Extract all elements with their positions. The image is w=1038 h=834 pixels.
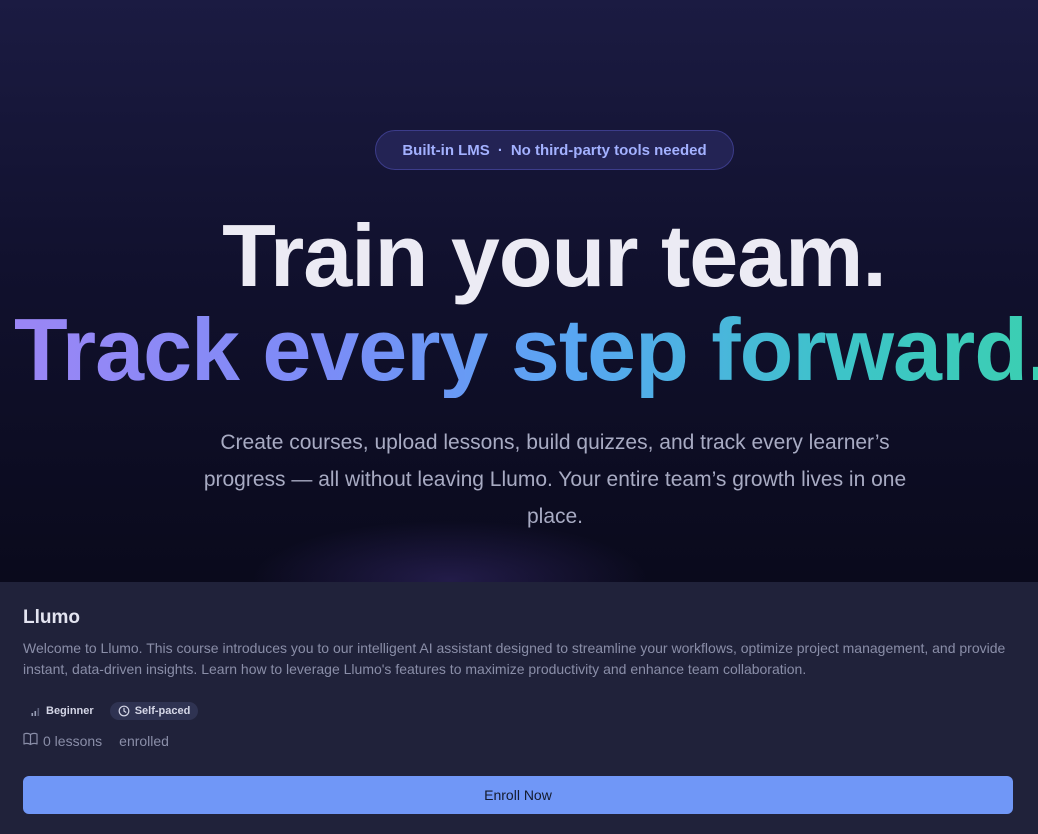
tag-label: Beginner <box>46 705 94 717</box>
feature-badge: Built-in LMS · No third-party tools need… <box>375 130 734 170</box>
clock-icon <box>118 705 130 717</box>
headline-line-1: Train your team. <box>222 206 887 305</box>
enroll-now-button[interactable]: Enroll Now <box>23 776 1013 814</box>
tag-beginner: Beginner <box>23 702 102 720</box>
signal-bars-icon <box>31 706 41 716</box>
headline-line-2: Track every step forward. <box>14 302 1038 398</box>
hero-section: Built-in LMS · No third-party tools need… <box>0 0 1038 582</box>
tag-self-paced: Self-paced <box>109 702 199 720</box>
badge-separator: · <box>497 141 503 159</box>
course-tags: Beginner Self-paced <box>23 702 199 720</box>
course-description: Welcome to Llumo. This course introduces… <box>23 640 1006 677</box>
course-title: Llumo <box>23 607 80 628</box>
course-stats: 0 lessons enrolled <box>23 732 169 749</box>
tag-label: Self-paced <box>134 705 191 717</box>
badge-right-text: No third-party tools needed <box>510 141 707 159</box>
enrolled-text: enrolled <box>119 732 169 749</box>
lessons-count: 0 lessons <box>23 732 102 749</box>
badge-left-text: Built-in LMS <box>402 141 490 159</box>
lessons-count-text: 0 lessons <box>43 732 103 749</box>
hero-subtitle: Create courses, upload lessons, build qu… <box>203 431 907 528</box>
book-icon <box>23 732 38 749</box>
